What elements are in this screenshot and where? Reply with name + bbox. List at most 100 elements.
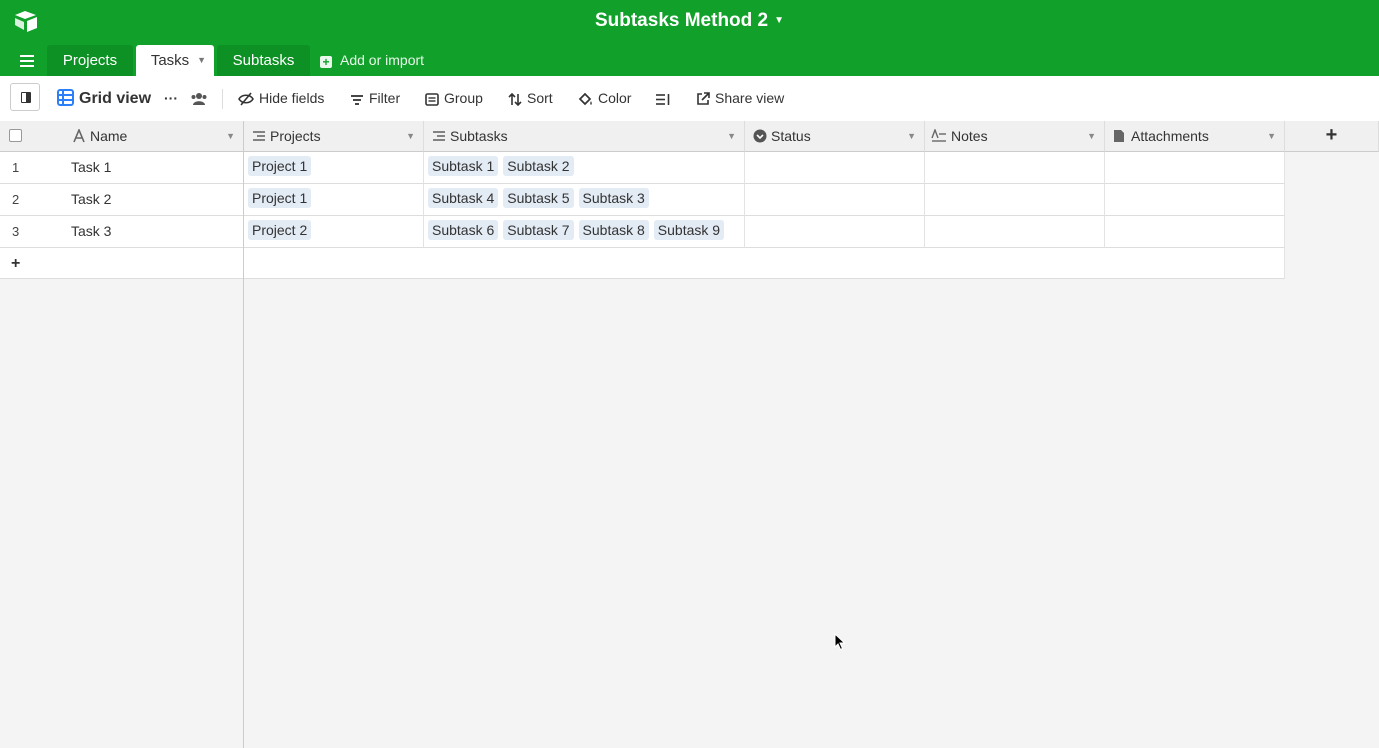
- add-row-button[interactable]: +: [11, 248, 20, 278]
- cell-projects[interactable]: Project 1: [244, 152, 424, 184]
- color-label: Color: [598, 90, 632, 106]
- grid-view-icon: [57, 89, 74, 106]
- cell-subtasks[interactable]: Subtask 6 Subtask 7 Subtask 8 Subtask 9: [424, 216, 745, 248]
- cell-status[interactable]: [745, 216, 925, 248]
- cell-notes[interactable]: [925, 152, 1105, 184]
- column-header-attachments[interactable]: Attachments ▼: [1105, 121, 1285, 152]
- tab-tasks-label[interactable]: Tasks: [151, 52, 189, 69]
- linked-record-chip[interactable]: Subtask 1: [428, 156, 499, 176]
- cell-projects[interactable]: Project 2: [244, 216, 424, 248]
- linked-record-chip[interactable]: Project 2: [248, 220, 312, 240]
- group-button[interactable]: Group: [425, 76, 483, 121]
- grid: Name ▼ Projects ▼ Subtasks ▼ Status ▼ No…: [0, 121, 1379, 748]
- column-header-status[interactable]: Status ▼: [745, 121, 925, 152]
- column-header-label: Name: [90, 128, 128, 144]
- view-more-icon[interactable]: ···: [164, 76, 178, 121]
- menu-icon[interactable]: [20, 55, 34, 67]
- paint-bucket-icon: [578, 92, 592, 106]
- tab-dropdown-icon[interactable]: ▼: [197, 45, 206, 76]
- cell-attachments[interactable]: [1105, 152, 1285, 184]
- long-text-icon: [931, 129, 946, 142]
- cell-subtasks[interactable]: Subtask 4 Subtask 5 Subtask 3: [424, 184, 745, 216]
- airtable-logo-icon[interactable]: [14, 10, 38, 32]
- cell-attachments[interactable]: [1105, 216, 1285, 248]
- column-menu-icon[interactable]: ▼: [226, 121, 235, 151]
- linked-record-chip[interactable]: Subtask 7: [503, 220, 574, 240]
- column-menu-icon[interactable]: ▼: [1087, 121, 1096, 151]
- column-header-notes[interactable]: Notes ▼: [925, 121, 1105, 152]
- linked-record-icon: [253, 131, 265, 141]
- base-title[interactable]: Subtasks Method 2 ▼: [0, 10, 1379, 32]
- row-number: 2: [0, 184, 64, 216]
- cell-notes[interactable]: [925, 184, 1105, 216]
- tab-tasks[interactable]: Tasks ▼: [136, 45, 214, 76]
- tab-projects[interactable]: Projects: [47, 45, 133, 76]
- base-title-caret-icon[interactable]: ▼: [774, 15, 784, 26]
- filter-button[interactable]: Filter: [350, 76, 400, 121]
- base-title-text[interactable]: Subtasks Method 2: [595, 10, 768, 31]
- sort-button[interactable]: Sort: [508, 76, 553, 121]
- hide-fields-label: Hide fields: [259, 90, 325, 106]
- frozen-column-divider: [243, 121, 244, 748]
- cell-subtasks[interactable]: Subtask 1 Subtask 2: [424, 152, 745, 184]
- sort-icon: [508, 92, 522, 107]
- column-header-subtasks[interactable]: Subtasks ▼: [424, 121, 745, 152]
- row-number: 3: [0, 216, 64, 248]
- cell-notes[interactable]: [925, 216, 1105, 248]
- attachment-icon: [1114, 130, 1124, 142]
- text-field-icon: [73, 129, 85, 143]
- add-field-button[interactable]: +: [1285, 121, 1379, 152]
- column-header-label: Projects: [270, 128, 321, 144]
- cell-attachments[interactable]: [1105, 184, 1285, 216]
- tab-subtasks[interactable]: Subtasks: [217, 45, 310, 76]
- add-or-import-label: Add or import: [340, 52, 425, 68]
- hide-fields-button[interactable]: Hide fields: [238, 76, 324, 121]
- linked-record-chip[interactable]: Subtask 4: [428, 188, 499, 208]
- cell-projects[interactable]: Project 1: [244, 184, 424, 216]
- linked-record-chip[interactable]: Subtask 3: [578, 188, 649, 208]
- toolbar-divider: [222, 89, 223, 109]
- group-label: Group: [444, 90, 483, 106]
- select-all-checkbox[interactable]: [9, 129, 22, 142]
- cell-status[interactable]: [745, 184, 925, 216]
- column-menu-icon[interactable]: ▼: [727, 121, 736, 151]
- collaborative-view-icon[interactable]: [190, 76, 213, 121]
- cell-name[interactable]: Task 1: [64, 152, 244, 184]
- linked-record-chip[interactable]: Subtask 8: [578, 220, 649, 240]
- sidebar-toggle-button[interactable]: [10, 83, 40, 111]
- group-icon: [425, 93, 439, 106]
- share-icon: [697, 92, 710, 105]
- select-all-header: [0, 121, 64, 152]
- column-header-projects[interactable]: Projects ▼: [244, 121, 424, 152]
- linked-record-chip[interactable]: Subtask 5: [503, 188, 574, 208]
- column-menu-icon[interactable]: ▼: [406, 121, 415, 151]
- linked-record-chip[interactable]: Subtask 6: [428, 220, 499, 240]
- view-switcher[interactable]: Grid view: [57, 76, 151, 121]
- row-number: 1: [0, 152, 64, 184]
- single-select-icon: [753, 129, 767, 143]
- view-name[interactable]: Grid view: [79, 90, 151, 107]
- column-menu-icon[interactable]: ▼: [1267, 121, 1276, 151]
- linked-record-chip[interactable]: Project 1: [248, 188, 312, 208]
- mouse-cursor-icon: [834, 633, 846, 651]
- linked-record-chip[interactable]: Subtask 2: [503, 156, 574, 176]
- add-or-import-button[interactable]: + Add or import: [320, 45, 424, 76]
- cell-name[interactable]: Task 2: [64, 184, 244, 216]
- row-height-button[interactable]: [655, 76, 676, 121]
- column-header-label: Attachments: [1131, 128, 1209, 144]
- column-menu-icon[interactable]: ▼: [907, 121, 916, 151]
- add-row[interactable]: +: [0, 248, 1285, 279]
- column-header-name[interactable]: Name ▼: [64, 121, 244, 152]
- share-view-button[interactable]: Share view: [696, 76, 784, 121]
- linked-record-chip[interactable]: Project 1: [248, 156, 312, 176]
- column-header-label: Status: [771, 128, 811, 144]
- cell-status[interactable]: [745, 152, 925, 184]
- row-height-icon: [656, 94, 670, 105]
- eye-off-icon: [238, 92, 254, 106]
- cell-name[interactable]: Task 3: [64, 216, 244, 248]
- add-icon: +: [320, 56, 332, 68]
- color-button[interactable]: Color: [578, 76, 631, 121]
- linked-record-chip[interactable]: Subtask 9: [653, 220, 725, 240]
- column-header-label: Notes: [951, 128, 988, 144]
- linked-record-icon: [433, 131, 445, 141]
